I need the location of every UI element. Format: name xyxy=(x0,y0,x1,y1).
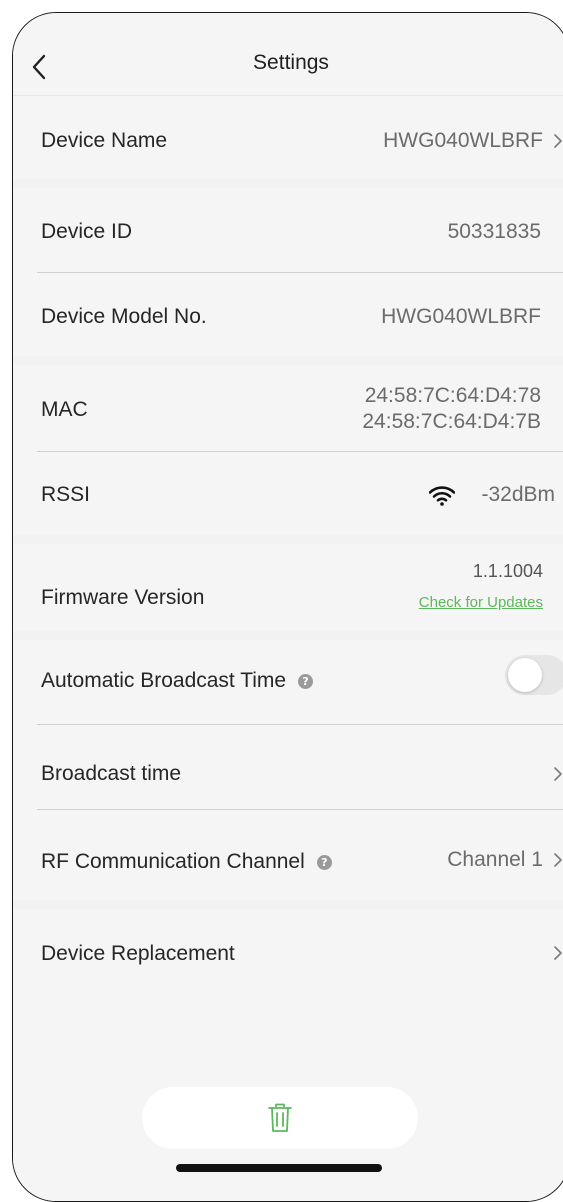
device-name-value: HWG040WLBRF xyxy=(383,129,543,152)
rf-channel-text: RF Communication Channel xyxy=(41,850,305,873)
firmware-row: Firmware Version 1.1.1004 Check for Upda… xyxy=(13,544,563,631)
firmware-value: 1.1.1004 xyxy=(472,561,543,581)
help-icon[interactable]: ? xyxy=(316,854,332,870)
mac-row: MAC 24:58:7C:64:D4:78 24:58:7C:64:D4:7B xyxy=(13,365,563,451)
device-id-row: Device ID 50331835 xyxy=(13,188,563,272)
device-replacement-row[interactable]: Device Replacement xyxy=(13,910,563,994)
chevron-right-icon xyxy=(554,134,562,148)
auto-broadcast-row: Automatic Broadcast Time? xyxy=(13,640,563,724)
device-id-label: Device ID xyxy=(41,220,133,243)
rf-channel-row[interactable]: RF Communication Channel? Channel 1 xyxy=(13,810,563,900)
rf-channel-label: RF Communication Channel? xyxy=(41,850,332,874)
header: Settings xyxy=(13,13,563,96)
device-name-label: Device Name xyxy=(41,129,168,152)
page-title: Settings xyxy=(253,51,329,74)
chevron-right-icon xyxy=(554,946,562,960)
broadcast-time-label: Broadcast time xyxy=(41,762,182,785)
trash-icon xyxy=(268,1103,292,1132)
model-no-row: Device Model No. HWG040WLBRF xyxy=(13,273,563,356)
section-firmware: Firmware Version 1.1.1004 Check for Upda… xyxy=(13,544,563,631)
mac-label: MAC xyxy=(41,398,88,421)
home-indicator[interactable] xyxy=(176,1164,382,1172)
broadcast-time-row[interactable]: Broadcast time xyxy=(13,725,563,809)
mac-value-2: 24:58:7C:64:D4:7B xyxy=(362,410,541,433)
device-replacement-label: Device Replacement xyxy=(41,942,235,965)
device-id-value: 50331835 xyxy=(447,220,541,243)
section-network: MAC 24:58:7C:64:D4:78 24:58:7C:64:D4:7B … xyxy=(13,365,563,535)
rssi-row: RSSI -32dBm xyxy=(13,452,563,535)
section-broadcast: Automatic Broadcast Time? Broadcast time… xyxy=(13,640,563,900)
auto-broadcast-text: Automatic Broadcast Time xyxy=(41,669,287,692)
section-device-info: Device ID 50331835 Device Model No. HWG0… xyxy=(13,188,563,356)
help-icon[interactable]: ? xyxy=(298,673,314,689)
section-device-name: Device Name HWG040WLBRF xyxy=(13,96,563,179)
device-name-row[interactable]: Device Name HWG040WLBRF xyxy=(13,96,563,179)
auto-broadcast-label: Automatic Broadcast Time? xyxy=(41,669,314,693)
auto-broadcast-toggle[interactable] xyxy=(505,655,563,695)
firmware-label: Firmware Version xyxy=(41,586,205,609)
delete-device-button[interactable] xyxy=(142,1087,418,1149)
chevron-right-icon xyxy=(554,853,562,867)
section-replacement: Device Replacement xyxy=(13,910,563,1201)
check-for-updates-link[interactable]: Check for Updates xyxy=(419,594,543,611)
phone-frame: Settings Device Name HWG040WLBRF Device … xyxy=(12,12,563,1202)
mac-value-1: 24:58:7C:64:D4:78 xyxy=(364,384,541,407)
rssi-label: RSSI xyxy=(41,483,91,506)
rssi-value: -32dBm xyxy=(481,483,555,506)
toggle-knob xyxy=(508,658,542,692)
chevron-right-icon xyxy=(554,767,562,781)
model-no-label: Device Model No. xyxy=(41,305,207,328)
rf-channel-value: Channel 1 xyxy=(447,848,543,871)
model-no-value: HWG040WLBRF xyxy=(381,305,541,328)
wifi-icon xyxy=(429,486,455,506)
